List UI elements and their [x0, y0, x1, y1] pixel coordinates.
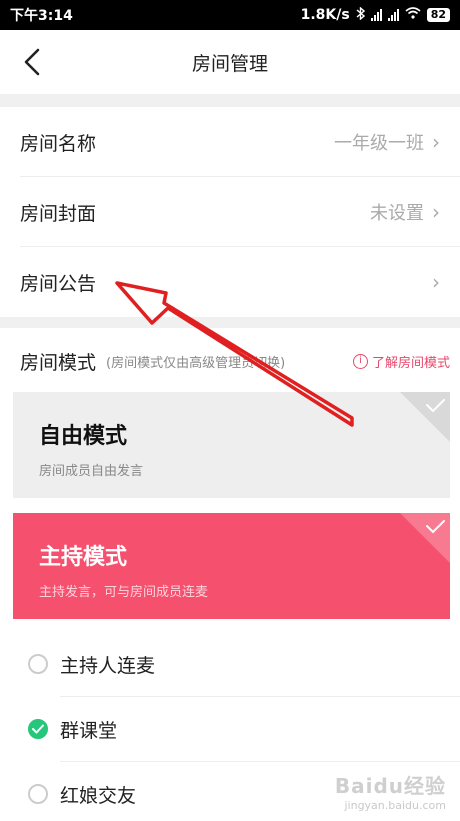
- info-icon: i: [352, 353, 368, 369]
- status-time: 下午3:14: [10, 8, 73, 24]
- radio-checked-icon[interactable]: [28, 719, 48, 739]
- learn-room-mode-text: 了解房间模式: [371, 355, 450, 371]
- free-mode-desc: 房间成员自由发言: [39, 464, 144, 479]
- room-notice-label: 房间公告: [20, 272, 97, 295]
- battery-icon: 82: [426, 8, 450, 22]
- status-bar: 下午3:14 1.8K/s 82: [0, 0, 460, 30]
- learn-room-mode-link[interactable]: i 了解房间模式: [352, 352, 450, 371]
- host-mode-title: 主持模式: [39, 545, 128, 570]
- bluetooth-icon: [356, 5, 365, 24]
- watermark-sub: jingyan.baidu.com: [344, 798, 446, 812]
- status-indicators: 1.8K/s 82: [300, 5, 450, 24]
- room-name-value: 一年级一班: [334, 133, 424, 154]
- radio-unchecked-icon[interactable]: [28, 784, 48, 804]
- room-mode-hint: (房间模式仅由高级管理员切换): [106, 355, 286, 371]
- free-mode-card[interactable]: 自由模式 房间成员自由发言: [13, 392, 450, 498]
- wifi-icon: [405, 7, 421, 23]
- host-mode-desc: 主持发言，可与房间成员连麦: [39, 585, 209, 600]
- radio-unchecked-icon[interactable]: [28, 654, 48, 674]
- page-title: 房间管理: [191, 52, 268, 75]
- signal-icon-2: [387, 9, 399, 21]
- network-speed: 1.8K/s: [300, 7, 350, 23]
- watermark: Baidu经验 jingyan.baidu.com: [335, 773, 446, 813]
- signal-icon: [370, 9, 382, 21]
- option-group-class[interactable]: 群课堂: [0, 697, 460, 761]
- nav-bar: 房间管理: [0, 30, 460, 94]
- watermark-main: Baidu经验: [334, 773, 446, 798]
- check-corner-icon: [400, 392, 450, 442]
- host-mode-card[interactable]: 主持模式 主持发言，可与房间成员连麦: [13, 513, 450, 619]
- section-gap: [0, 317, 460, 328]
- room-cover-row[interactable]: 房间封面 未设置 ›: [0, 177, 460, 247]
- room-mode-label: 房间模式: [20, 351, 97, 374]
- chevron-right-icon: ›: [432, 270, 440, 294]
- option-label: 群课堂: [60, 719, 118, 742]
- option-label: 红娘交友: [60, 784, 137, 807]
- room-mode-header: 房间模式 (房间模式仅由高级管理员切换) i 了解房间模式: [0, 328, 460, 394]
- chevron-left-icon: [24, 48, 40, 76]
- room-cover-label: 房间封面: [20, 202, 97, 225]
- room-notice-row[interactable]: 房间公告 ›: [0, 247, 460, 317]
- room-name-row[interactable]: 房间名称 一年级一班 ›: [0, 107, 460, 177]
- free-mode-title: 自由模式: [39, 424, 128, 449]
- chevron-right-icon: ›: [432, 130, 440, 154]
- section-gap: [0, 94, 460, 107]
- back-button[interactable]: [14, 44, 50, 80]
- room-cover-value: 未设置: [370, 203, 424, 224]
- room-name-label: 房间名称: [20, 132, 97, 155]
- chevron-right-icon: ›: [432, 200, 440, 224]
- check-corner-icon: [400, 513, 450, 563]
- option-label: 主持人连麦: [60, 654, 156, 677]
- option-host-connect[interactable]: 主持人连麦: [0, 632, 460, 696]
